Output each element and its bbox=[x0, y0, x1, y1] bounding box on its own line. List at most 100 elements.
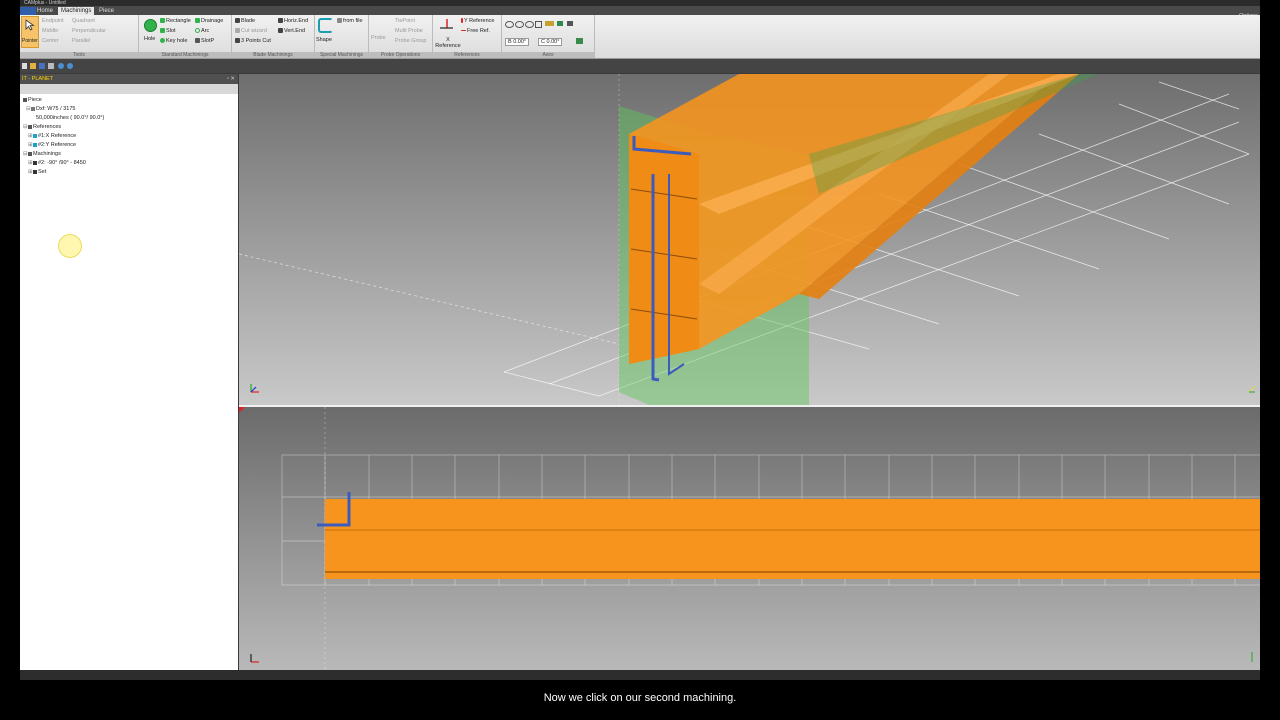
horiz-end-button[interactable]: Horiz.End bbox=[278, 18, 308, 24]
cut-wizard-button[interactable]: Cut wizard bbox=[235, 28, 267, 34]
snap-endpoint[interactable]: Endpoint bbox=[42, 18, 64, 24]
keyhole-button[interactable]: Key hole bbox=[160, 38, 187, 44]
y-reference-icon bbox=[461, 18, 463, 24]
snap-parallel[interactable]: Parallel bbox=[72, 38, 90, 44]
tree-node-machining-2[interactable]: ⊞ #2: -90° /90° - 8450 bbox=[28, 160, 86, 167]
machining-icon bbox=[33, 160, 37, 165]
redo-icon[interactable] bbox=[67, 63, 73, 69]
tools-group-label: Tools bbox=[20, 52, 138, 58]
references-icon bbox=[28, 124, 32, 129]
slot-button[interactable]: Slot bbox=[160, 28, 175, 34]
ribbon-group-axes: B 0.00° C 0.00° Axes bbox=[502, 15, 595, 58]
ribbon: Pointer Endpoint Quadrant Middle Perpend… bbox=[20, 15, 1260, 59]
from-file-button[interactable]: from file bbox=[337, 18, 363, 24]
free-ref-button[interactable]: Free Ref. bbox=[461, 28, 490, 34]
viewports bbox=[239, 74, 1260, 670]
tree-node-dimension[interactable]: 50,000inches ( 90.0°/ 90.0°) bbox=[36, 115, 104, 122]
y-reference-button[interactable]: Y Reference bbox=[461, 18, 494, 24]
tab-piece[interactable]: Piece bbox=[96, 7, 117, 15]
tree-node-dxf[interactable]: ⊟ Dxf: W75 / 3175 bbox=[26, 106, 75, 113]
panel-header: IT - PLANET ▫ ✕ bbox=[20, 74, 238, 84]
axis-tool-icon[interactable] bbox=[567, 21, 573, 26]
shape-button[interactable]: Shape bbox=[316, 17, 334, 45]
probe-group-button[interactable]: Probe Group bbox=[395, 38, 427, 44]
open-icon[interactable] bbox=[30, 63, 36, 69]
panel-close-icon[interactable]: ▫ ✕ bbox=[227, 74, 235, 84]
print-icon[interactable] bbox=[48, 63, 54, 69]
viewport-2d[interactable] bbox=[239, 407, 1260, 670]
tab-machinings[interactable]: Machinings bbox=[58, 7, 95, 15]
x-reference-button[interactable]: X Reference bbox=[435, 17, 461, 49]
slot-icon bbox=[160, 28, 165, 34]
tree-node-set[interactable]: ⊞ Set bbox=[28, 169, 46, 176]
panel-title: IT - PLANET bbox=[22, 76, 54, 82]
blade-group-label: Blade Machinings bbox=[232, 52, 314, 58]
status-bar bbox=[20, 670, 1260, 680]
ribbon-group-special: Shape from file Special Machinings bbox=[315, 15, 369, 58]
snap-quadrant[interactable]: Quadrant bbox=[72, 18, 95, 24]
three-points-cut-button[interactable]: 3 Points Cut bbox=[235, 38, 271, 44]
ribbon-group-tools: Pointer Endpoint Quadrant Middle Perpend… bbox=[20, 15, 139, 58]
axis-tool-icon[interactable] bbox=[535, 21, 542, 28]
rectangle-icon bbox=[160, 18, 165, 24]
axes-group-label: Axes bbox=[502, 52, 594, 58]
pointer-icon bbox=[25, 19, 35, 31]
scene-3d bbox=[239, 74, 1256, 405]
blade-icon bbox=[235, 18, 240, 24]
arc-button[interactable]: Arc bbox=[195, 28, 209, 34]
hole-button[interactable]: Hole bbox=[142, 17, 158, 45]
tree-node-references[interactable]: ⊟ References bbox=[23, 124, 61, 131]
quick-toolbar bbox=[20, 59, 1260, 73]
snap-center[interactable]: Center bbox=[42, 38, 59, 44]
save-icon[interactable] bbox=[39, 63, 45, 69]
scene-2d bbox=[239, 407, 1260, 670]
tree-node-x-reference[interactable]: ⊞ #1:X Reference bbox=[28, 133, 76, 140]
multi-probe-button[interactable]: Multi Probe bbox=[395, 28, 423, 34]
drainage-button[interactable]: Drainage bbox=[195, 18, 223, 24]
vert-end-button[interactable]: Vert.End bbox=[278, 28, 305, 34]
dxf-icon bbox=[31, 106, 35, 111]
drainage-icon bbox=[195, 18, 200, 24]
axis-tool-icon[interactable] bbox=[525, 21, 534, 28]
special-group-label: Special Machinings bbox=[315, 52, 368, 58]
axis-tool-icon[interactable] bbox=[515, 21, 524, 28]
view-corner-icon bbox=[1248, 385, 1256, 393]
piece-tree-panel: IT - PLANET ▫ ✕ Piece ⊟ Dxf: W75 / 3175 5… bbox=[20, 74, 238, 670]
horiz-end-icon bbox=[278, 18, 283, 24]
tiepoint-button[interactable]: TiePoint bbox=[395, 18, 415, 24]
rectangle-button[interactable]: Rectangle bbox=[160, 18, 191, 24]
set-icon bbox=[33, 169, 37, 174]
blade-button[interactable]: Blade bbox=[235, 18, 255, 24]
ribbon-tabs: Home Machinings Piece Options bbox=[20, 6, 1260, 19]
b-axis-field[interactable]: B 0.00° bbox=[505, 38, 530, 46]
snap-perpendicular[interactable]: Perpendicular bbox=[72, 28, 106, 34]
new-icon[interactable] bbox=[22, 63, 27, 69]
machinings-icon bbox=[28, 151, 32, 156]
probe-button[interactable]: Probe bbox=[371, 35, 386, 41]
tree-node-piece[interactable]: Piece bbox=[23, 97, 42, 104]
video-subtitle: Now we click on our second machining. bbox=[543, 692, 737, 704]
c-axis-field[interactable]: C 0.00° bbox=[538, 38, 563, 46]
ribbon-group-standard: Hole Rectangle Drainage Slot Arc Key hol… bbox=[139, 15, 232, 58]
axes-apply-icon[interactable] bbox=[576, 38, 583, 44]
hole-icon bbox=[144, 19, 157, 32]
undo-icon[interactable] bbox=[58, 63, 64, 69]
arc-icon bbox=[195, 28, 200, 34]
axis-tool-icon[interactable] bbox=[505, 21, 514, 28]
slotp-button[interactable]: SlotP bbox=[195, 38, 214, 44]
x-reference-icon bbox=[440, 19, 453, 29]
tree-node-y-reference[interactable]: ⊞ #2:Y Reference bbox=[28, 142, 76, 149]
shape-icon bbox=[318, 18, 333, 33]
axis-tool-icon[interactable] bbox=[557, 21, 563, 26]
piece-icon bbox=[23, 97, 27, 102]
x-reference-label: X Reference bbox=[435, 37, 461, 49]
viewport-3d[interactable] bbox=[239, 74, 1260, 407]
tree-node-machinings[interactable]: ⊟ Machinings bbox=[23, 151, 61, 158]
tab-home[interactable]: Home bbox=[34, 7, 56, 15]
pointer-button[interactable]: Pointer bbox=[21, 16, 39, 48]
standard-group-label: Standard Machinings bbox=[139, 52, 231, 58]
pointer-label: Pointer bbox=[22, 38, 38, 44]
snap-middle[interactable]: Middle bbox=[42, 28, 58, 34]
axis-tool-icon[interactable] bbox=[545, 21, 554, 26]
axis-triad-icon bbox=[250, 384, 259, 393]
